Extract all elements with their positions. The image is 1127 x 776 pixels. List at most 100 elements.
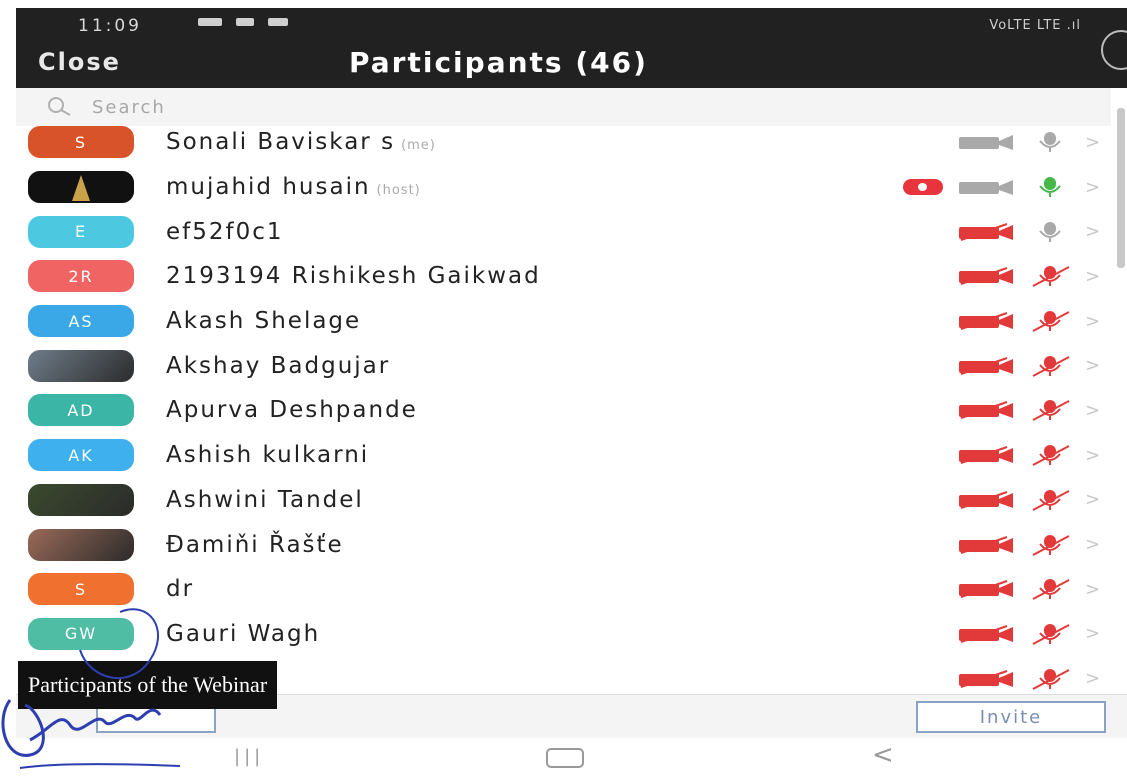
participant-status-icons: >	[957, 355, 1100, 377]
participant-status-icons: >	[957, 623, 1100, 645]
chevron-right-icon[interactable]: >	[1085, 400, 1100, 421]
mic-muted-icon	[1029, 668, 1071, 690]
participant-name: Gauri Wagh	[166, 621, 320, 647]
participant-name-text: mujahid husain	[166, 174, 371, 201]
mic-muted-icon	[1029, 355, 1071, 377]
participant-row[interactable]: AS Akash Shelage >	[16, 299, 1117, 344]
avatar	[28, 349, 134, 382]
video-status-icon	[268, 18, 288, 26]
video-on-icon	[957, 178, 1015, 196]
participant-name: mujahid husain (host)	[166, 174, 421, 200]
signal-status: VoLTE LTE .ıl	[989, 18, 1081, 33]
message-icon	[236, 18, 254, 26]
back-icon[interactable]: <	[872, 740, 894, 770]
chevron-right-icon[interactable]: >	[1085, 266, 1100, 287]
participant-status-icons: >	[957, 310, 1100, 332]
participant-role-tag: (host)	[376, 183, 421, 199]
participant-name: Đamiňi Řašťe	[166, 532, 344, 558]
chevron-right-icon[interactable]: >	[1085, 311, 1100, 332]
participant-status-icons: >	[957, 489, 1100, 511]
chevron-right-icon[interactable]: >	[1085, 668, 1100, 689]
video-off-icon	[957, 312, 1015, 331]
participant-status-icons: >	[957, 444, 1100, 467]
recent-apps-icon[interactable]: |||	[234, 746, 264, 767]
participant-name-text: Akshay Badgujar	[166, 352, 391, 379]
mic-muted-icon	[1029, 265, 1071, 288]
participant-name-text: Đamiňi Řašťe	[166, 531, 344, 558]
participant-row[interactable]: Ashwini Tandel >	[16, 478, 1117, 523]
avatar: AS	[28, 305, 134, 338]
participant-status-icons: >	[903, 176, 1100, 198]
participant-name: ef52f0c1	[166, 219, 284, 245]
header-bar: 11:09 VoLTE LTE .ıl Close Participants (…	[16, 8, 1127, 88]
video-off-icon	[957, 356, 1015, 375]
participant-status-icons: >	[957, 265, 1100, 288]
page-title: Participants (46)	[349, 46, 648, 79]
avatar: S	[28, 126, 134, 159]
avatar: E	[28, 215, 134, 248]
participant-row[interactable]: S Sonali Baviskar s (me) >	[16, 120, 1117, 165]
chevron-right-icon[interactable]: >	[1085, 445, 1100, 466]
chevron-right-icon[interactable]: >	[1085, 534, 1100, 555]
mic-muted-icon	[1029, 444, 1071, 467]
participant-row[interactable]: AK Ashish kulkarni >	[16, 433, 1117, 478]
participant-row[interactable]: Akshay Badgujar >	[16, 343, 1117, 388]
video-on-icon	[957, 133, 1015, 151]
participant-row[interactable]: Eef52f0c1 >	[16, 209, 1117, 254]
avatar	[28, 483, 134, 516]
video-off-icon	[957, 446, 1015, 465]
chevron-right-icon[interactable]: >	[1085, 355, 1100, 376]
chevron-right-icon[interactable]: >	[1085, 221, 1100, 242]
participant-row[interactable]: GW Gauri Wagh >	[16, 612, 1117, 657]
mic-icon	[1029, 221, 1071, 243]
participant-name-text: Apurva Deshpande	[166, 397, 418, 424]
mic-muted-icon	[1029, 623, 1071, 645]
participant-name: Sonali Baviskar s (me)	[166, 129, 436, 155]
participant-status-icons: >	[957, 131, 1100, 153]
close-button[interactable]: Close	[38, 48, 121, 76]
chevron-right-icon[interactable]: >	[1085, 177, 1100, 198]
participant-row[interactable]: 2R 2193194 Rishikesh Gaikwad >	[16, 254, 1117, 299]
participant-status-icons: >	[957, 578, 1100, 601]
participant-row[interactable]: AD Apurva Deshpande >	[16, 388, 1117, 433]
video-off-icon	[957, 669, 1015, 688]
chevron-right-icon[interactable]: >	[1085, 489, 1100, 510]
mic-muted-icon	[1029, 399, 1071, 422]
participant-status-icons: >	[957, 668, 1100, 690]
participant-name: Ashish kulkarni	[166, 442, 369, 468]
participant-row[interactable]: Sdr >	[16, 567, 1117, 612]
participant-name-text: Akash Shelage	[166, 308, 362, 335]
invite-button[interactable]: Invite	[916, 701, 1106, 733]
mic-icon	[1029, 176, 1071, 198]
participant-row[interactable]: Đamiňi Řašťe >	[16, 522, 1117, 567]
participant-role-tag: (me)	[401, 138, 436, 154]
mic-icon	[1029, 131, 1071, 153]
recording-icon	[903, 179, 943, 196]
avatar	[28, 528, 134, 561]
participant-status-icons: >	[957, 221, 1100, 243]
participant-status-icons: >	[957, 534, 1100, 556]
mic-muted-icon	[1029, 578, 1071, 601]
home-icon[interactable]	[546, 748, 584, 768]
chevron-right-icon[interactable]: >	[1085, 623, 1100, 644]
participant-status-icons: >	[957, 399, 1100, 422]
avatar: S	[28, 573, 134, 606]
mic-muted-icon	[1029, 534, 1071, 556]
video-off-icon	[957, 624, 1015, 643]
avatar: AK	[28, 439, 134, 472]
participant-name-text: Gauri Wagh	[166, 620, 321, 647]
video-off-icon	[957, 580, 1015, 599]
status-notification-icons	[198, 18, 288, 26]
participant-name: Ashwini Tandel	[166, 487, 364, 513]
search-input[interactable]	[90, 95, 494, 119]
scrollbar[interactable]	[1117, 108, 1125, 268]
participant-name-text: dr	[166, 576, 195, 603]
participant-name-text: Ashish kulkarni	[166, 442, 370, 469]
image-caption: Participants of the Webinar	[18, 661, 278, 709]
chevron-right-icon[interactable]: >	[1085, 132, 1100, 153]
mic-muted-icon	[1029, 310, 1071, 332]
participant-row[interactable]: mujahid husain (host) >	[16, 165, 1117, 210]
avatar: 2R	[28, 260, 134, 293]
chevron-right-icon[interactable]: >	[1085, 579, 1100, 600]
video-off-icon	[957, 222, 1015, 241]
